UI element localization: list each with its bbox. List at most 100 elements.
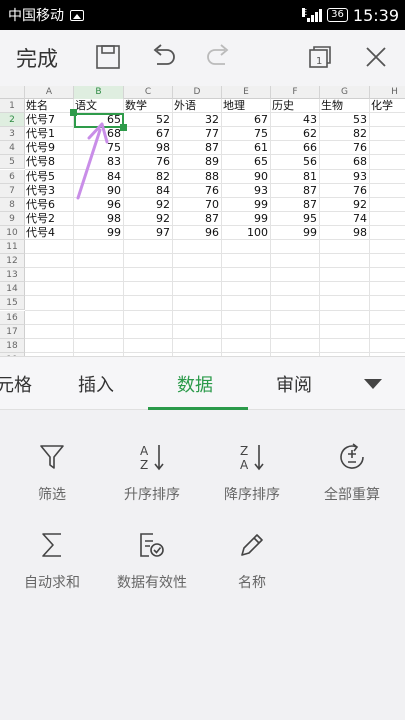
- table-cell[interactable]: 代号5: [26, 170, 55, 184]
- row-header[interactable]: 9: [0, 211, 25, 226]
- table-cell[interactable]: 代号9: [26, 141, 55, 155]
- table-cell[interactable]: 99: [222, 212, 268, 226]
- table-cell[interactable]: 82: [320, 127, 367, 141]
- table-cell[interactable]: 66: [271, 141, 317, 155]
- column-header[interactable]: B: [74, 86, 124, 99]
- table-cell[interactable]: 75: [222, 127, 268, 141]
- column-header[interactable]: C: [124, 86, 173, 99]
- done-button[interactable]: 完成: [16, 43, 76, 73]
- table-cell[interactable]: 90: [222, 170, 268, 184]
- table-cell[interactable]: 82: [124, 170, 170, 184]
- table-cell[interactable]: 99: [74, 226, 121, 240]
- column-header[interactable]: D: [173, 86, 222, 99]
- table-cell[interactable]: 76: [320, 184, 367, 198]
- table-cell[interactable]: 化学: [371, 99, 393, 113]
- table-cell[interactable]: 93: [320, 170, 367, 184]
- table-cell[interactable]: 92: [124, 198, 170, 212]
- table-cell[interactable]: 62: [271, 127, 317, 141]
- tab-insert[interactable]: 插入: [78, 371, 114, 397]
- table-cell[interactable]: 87: [173, 212, 219, 226]
- row-header[interactable]: 16: [0, 310, 25, 325]
- sort-descending-button[interactable]: ZA 降序排序: [202, 440, 302, 504]
- row-header[interactable]: 5: [0, 155, 25, 170]
- table-cell[interactable]: 93: [222, 184, 268, 198]
- table-cell[interactable]: 81: [271, 170, 317, 184]
- table-cell[interactable]: 历史: [272, 99, 294, 113]
- row-header[interactable]: 10: [0, 225, 25, 240]
- table-cell[interactable]: 53: [320, 113, 367, 127]
- row-header[interactable]: 1: [0, 99, 25, 114]
- redo-icon[interactable]: [204, 42, 234, 72]
- table-cell[interactable]: 88: [173, 170, 219, 184]
- table-cell[interactable]: 语文: [75, 99, 97, 113]
- column-header[interactable]: G: [320, 86, 370, 99]
- close-icon[interactable]: [361, 42, 391, 72]
- table-cell[interactable]: 100: [222, 226, 268, 240]
- row-header[interactable]: 2: [0, 113, 25, 128]
- row-header[interactable]: 14: [0, 282, 25, 297]
- sheet-corner[interactable]: [0, 86, 25, 99]
- table-cell[interactable]: 99: [222, 198, 268, 212]
- table-cell[interactable]: 代号6: [26, 198, 55, 212]
- table-cell[interactable]: 32: [173, 113, 219, 127]
- tab-cell[interactable]: 元格: [0, 371, 32, 397]
- auto-sum-button[interactable]: 自动求和: [2, 528, 102, 592]
- row-header[interactable]: 11: [0, 240, 25, 255]
- tab-review[interactable]: 审阅: [276, 371, 312, 397]
- table-cell[interactable]: 76: [320, 141, 367, 155]
- table-cell[interactable]: 92: [320, 198, 367, 212]
- column-header[interactable]: E: [222, 86, 271, 99]
- table-cell[interactable]: 99: [271, 226, 317, 240]
- multi-window-icon[interactable]: 1: [305, 42, 335, 72]
- table-cell[interactable]: 95: [271, 212, 317, 226]
- column-header[interactable]: H: [370, 86, 405, 99]
- table-cell[interactable]: 98: [74, 212, 121, 226]
- table-cell[interactable]: 89: [173, 155, 219, 169]
- table-cell[interactable]: 74: [320, 212, 367, 226]
- table-cell[interactable]: 65: [222, 155, 268, 169]
- table-cell[interactable]: 92: [124, 212, 170, 226]
- table-cell[interactable]: 67: [124, 127, 170, 141]
- table-cell[interactable]: 67: [222, 113, 268, 127]
- table-cell[interactable]: 70: [173, 198, 219, 212]
- selection-handle-bottom-right[interactable]: [120, 124, 127, 131]
- table-cell[interactable]: 外语: [174, 99, 196, 113]
- row-header[interactable]: 6: [0, 169, 25, 184]
- column-header[interactable]: A: [25, 86, 74, 99]
- row-header[interactable]: 15: [0, 296, 25, 311]
- table-cell[interactable]: 97: [124, 226, 170, 240]
- spreadsheet-grid[interactable]: ABCDEFGH 12345678910111213141516171819 姓…: [0, 86, 405, 356]
- table-cell[interactable]: 68: [320, 155, 367, 169]
- table-cell[interactable]: 87: [173, 141, 219, 155]
- row-header[interactable]: 12: [0, 254, 25, 269]
- table-cell[interactable]: 52: [124, 113, 170, 127]
- row-header[interactable]: 17: [0, 324, 25, 339]
- table-cell[interactable]: 87: [271, 184, 317, 198]
- table-cell[interactable]: 96: [173, 226, 219, 240]
- table-cell[interactable]: 98: [124, 141, 170, 155]
- row-header[interactable]: 3: [0, 127, 25, 142]
- table-cell[interactable]: 代号1: [26, 127, 55, 141]
- table-cell[interactable]: 代号7: [26, 113, 55, 127]
- sort-ascending-button[interactable]: AZ 升序排序: [102, 440, 202, 504]
- row-header[interactable]: 18: [0, 338, 25, 353]
- table-cell[interactable]: 姓名: [26, 99, 48, 113]
- column-header[interactable]: F: [271, 86, 320, 99]
- table-cell[interactable]: 98: [320, 226, 367, 240]
- table-cell[interactable]: 数学: [125, 99, 147, 113]
- row-header[interactable]: 13: [0, 268, 25, 283]
- table-cell[interactable]: 76: [124, 155, 170, 169]
- table-cell[interactable]: 43: [271, 113, 317, 127]
- tab-data[interactable]: 数据: [177, 371, 213, 397]
- table-cell[interactable]: 代号8: [26, 155, 55, 169]
- more-tabs-dropdown-icon[interactable]: [364, 379, 382, 389]
- table-cell[interactable]: 61: [222, 141, 268, 155]
- table-cell[interactable]: 代号2: [26, 212, 55, 226]
- table-cell[interactable]: 地理: [223, 99, 245, 113]
- table-cell[interactable]: 77: [173, 127, 219, 141]
- filter-button[interactable]: 筛选: [2, 440, 102, 504]
- table-cell[interactable]: 生物: [321, 99, 343, 113]
- data-validation-button[interactable]: 数据有效性: [102, 528, 202, 592]
- row-header[interactable]: 4: [0, 141, 25, 156]
- save-icon[interactable]: [93, 42, 123, 72]
